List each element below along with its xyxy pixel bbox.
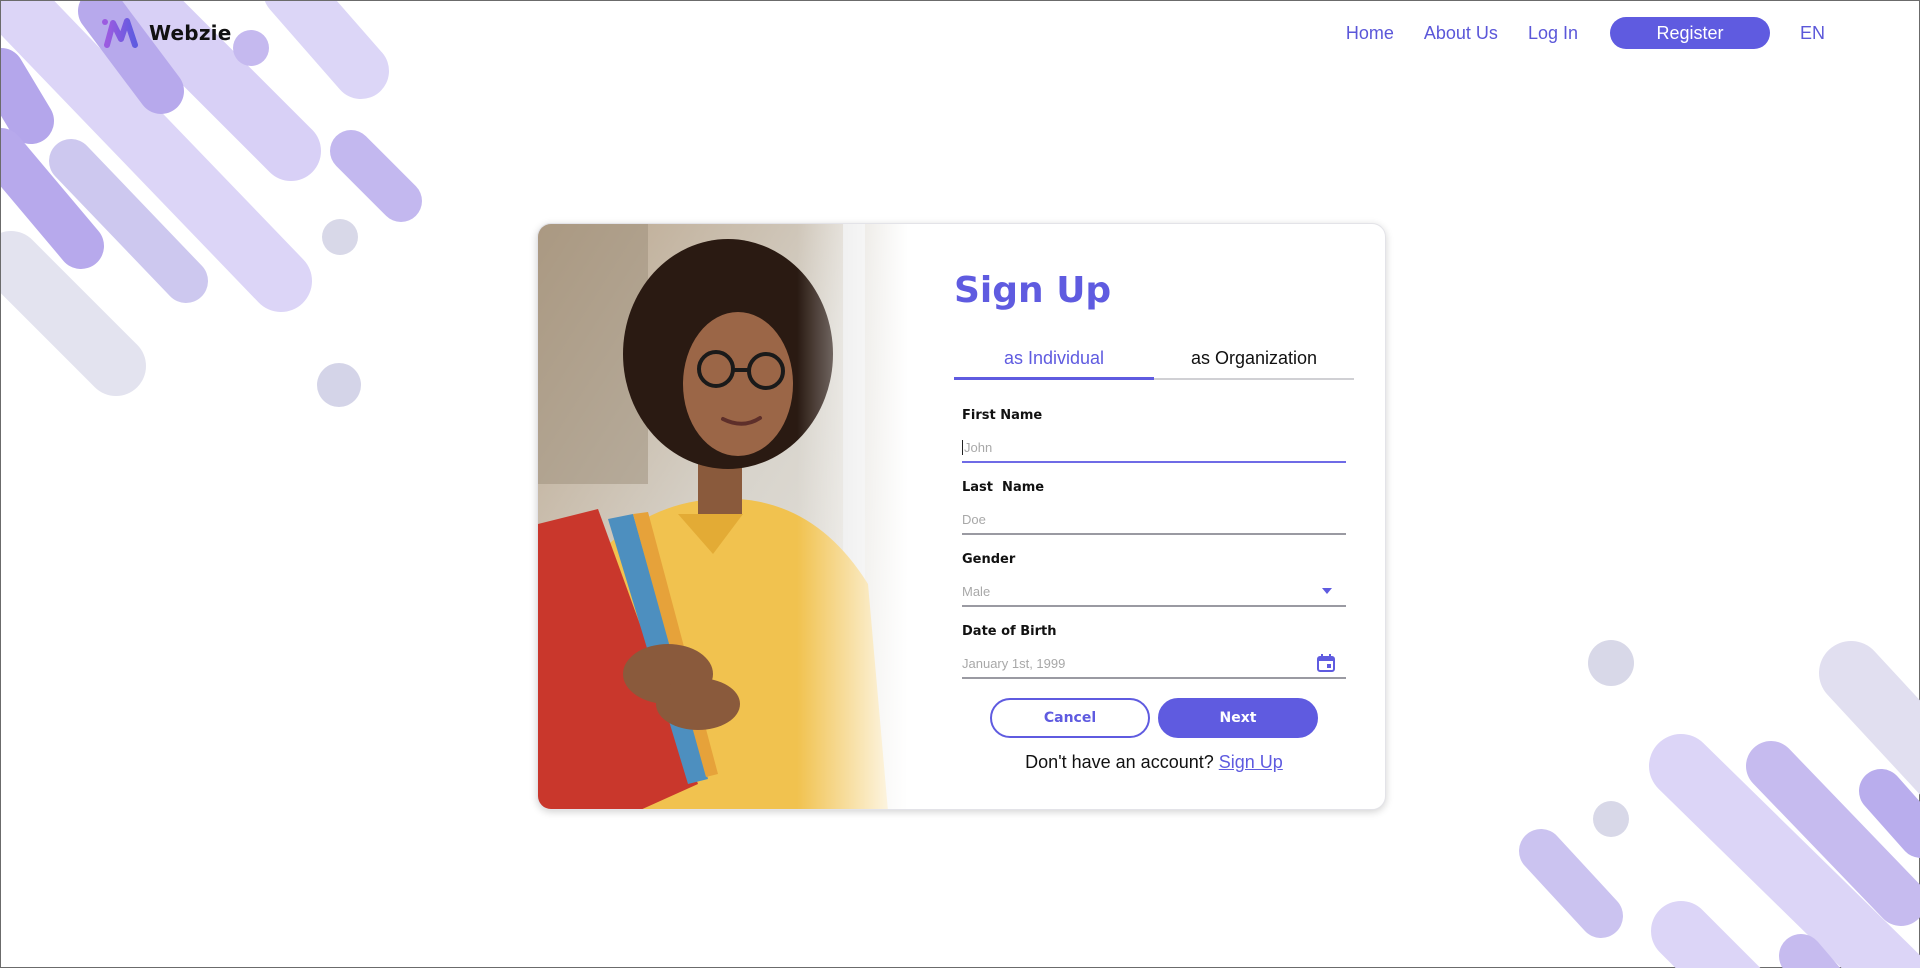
dob-placeholder: January 1st, 1999 [962,655,1066,671]
dob-field: Date of Birth January 1st, 1999 [962,624,1346,679]
first-name-placeholder: John [964,439,993,455]
dob-input[interactable]: January 1st, 1999 [962,649,1346,679]
cancel-button[interactable]: Cancel [990,698,1150,738]
top-nav: Home About Us Log In Register EN [1346,17,1825,49]
gender-select[interactable]: Male [962,577,1346,607]
last-name-input[interactable]: Doe [962,505,1346,535]
nav-home-link[interactable]: Home [1346,23,1394,44]
signup-prompt-text: Don't have an account? [1025,752,1214,772]
first-name-input[interactable]: John [962,433,1346,463]
last-name-label: Last Name [962,480,1045,495]
account-type-tabs: as Individual as Organization [954,346,1354,380]
register-button[interactable]: Register [1609,17,1770,49]
brand-name: Webzie [149,21,232,45]
last-name-placeholder: Doe [962,511,986,527]
student-photo [538,224,908,809]
chevron-down-icon[interactable] [1322,588,1332,594]
page-title: Sign Up [954,270,1112,311]
language-selector[interactable]: EN [1800,23,1825,44]
gender-label: Gender [962,552,1016,567]
nav-about-link[interactable]: About Us [1424,23,1498,44]
signup-form: Sign Up as Individual as Organization Fi… [954,224,1354,809]
first-name-label: First Name [962,408,1043,423]
tab-individual[interactable]: as Individual [954,346,1154,380]
tab-organization[interactable]: as Organization [1154,346,1354,378]
calendar-icon[interactable] [1316,653,1336,673]
next-button[interactable]: Next [1158,698,1318,738]
brand-logo[interactable]: Webzie [99,15,232,51]
gender-field: Gender Male [962,552,1346,607]
first-name-field: First Name John [962,408,1346,463]
dob-label: Date of Birth [962,624,1057,639]
signup-link[interactable]: Sign Up [1219,752,1283,772]
text-caret [962,439,963,455]
last-name-field: Last Name Doe [962,480,1346,535]
webzie-logo-icon [102,18,138,48]
gender-selected-value: Male [962,583,991,599]
signup-prompt: Don't have an account? Sign Up [954,752,1354,773]
signup-card: Sign Up as Individual as Organization Fi… [537,223,1386,810]
nav-login-link[interactable]: Log In [1528,23,1578,44]
